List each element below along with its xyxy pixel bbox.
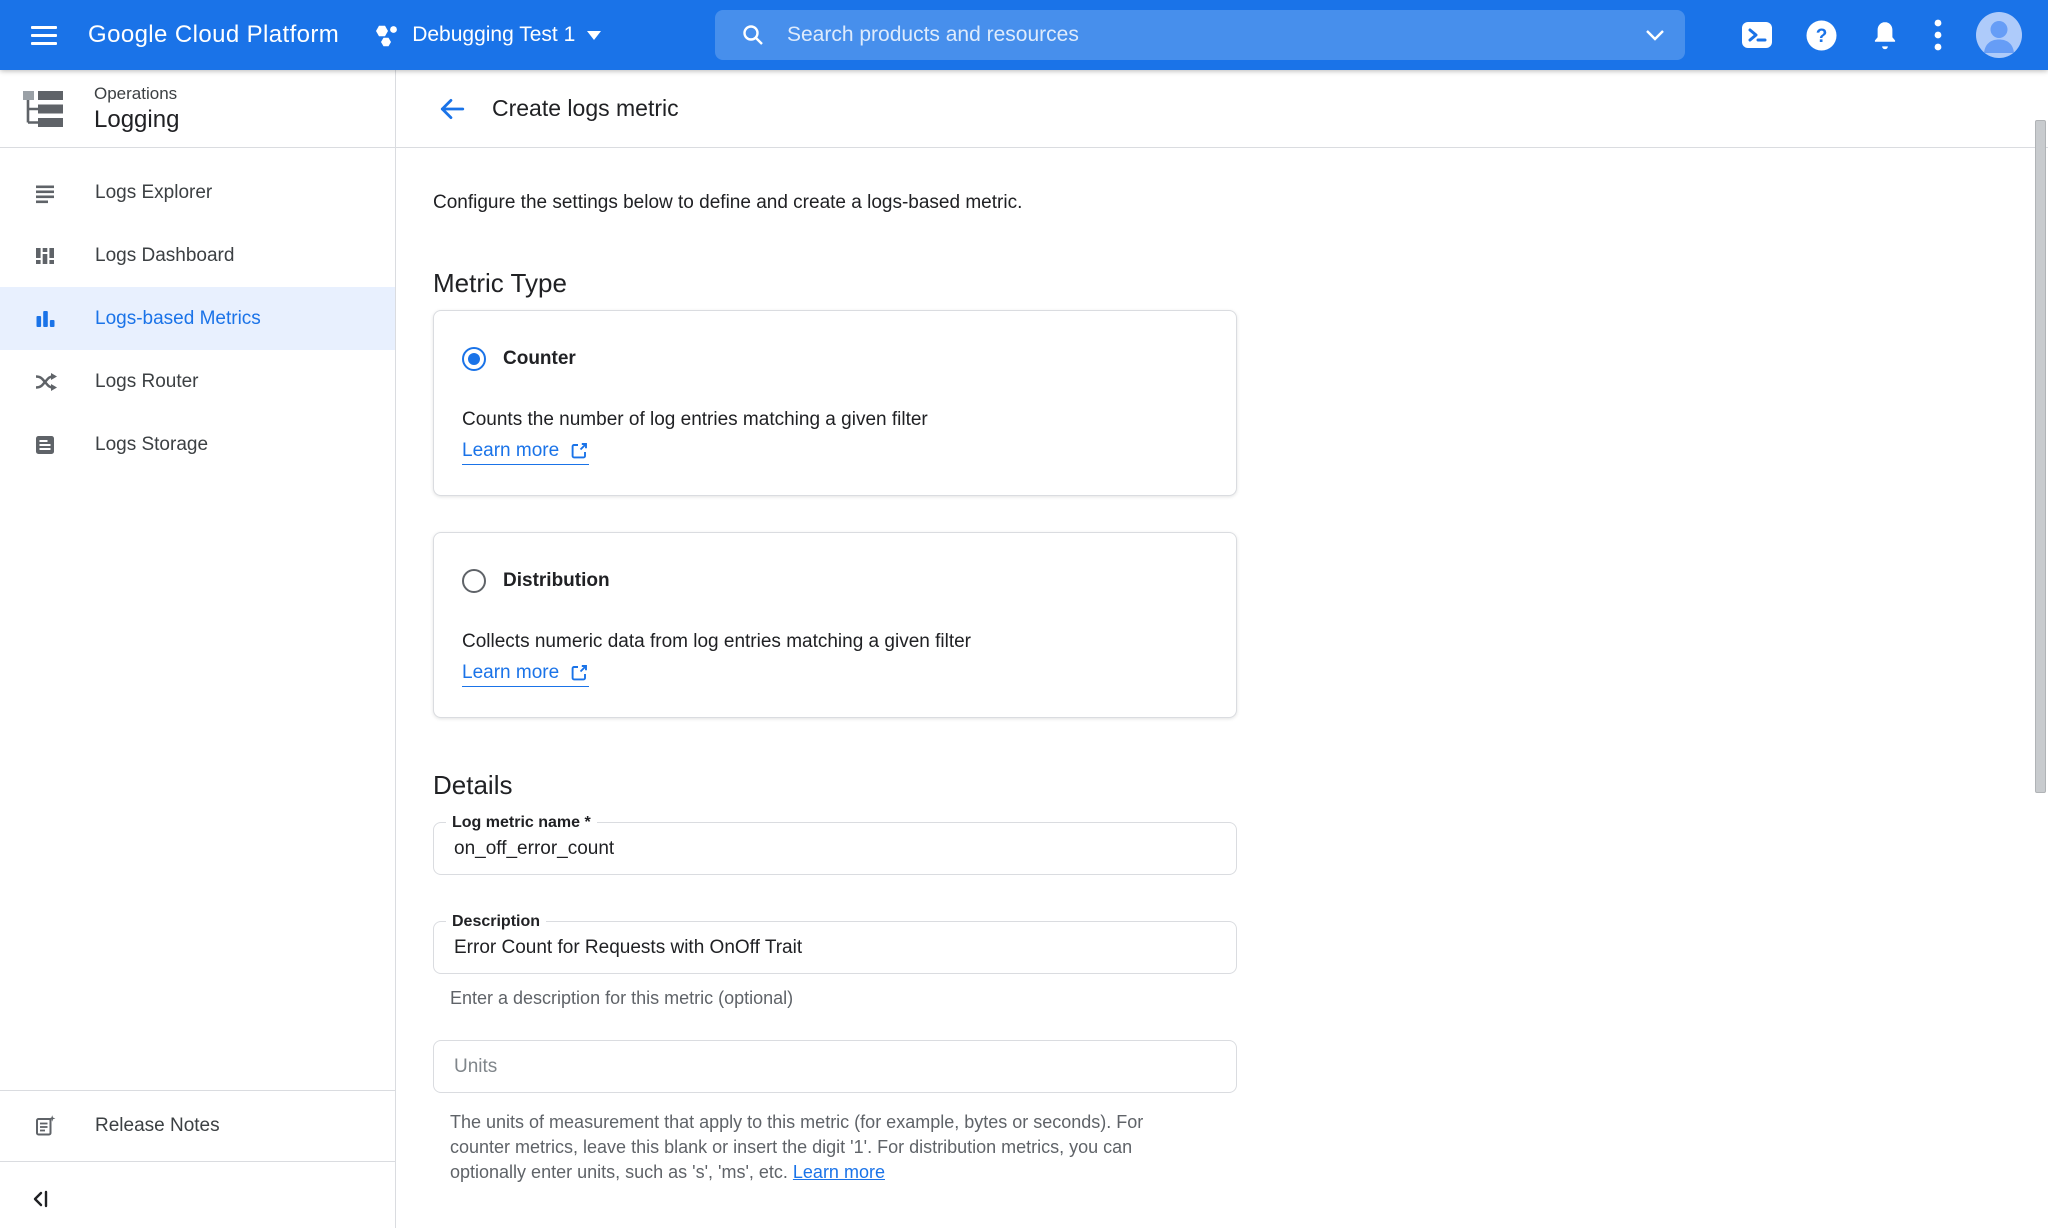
- units-helper-text: The units of measurement that apply to t…: [450, 1110, 1208, 1185]
- units-field: [433, 1040, 1237, 1093]
- sidebar-item-logs-explorer[interactable]: Logs Explorer: [0, 161, 395, 224]
- distribution-radio-button[interactable]: [462, 569, 486, 593]
- project-dropdown-arrow-icon: [587, 31, 601, 40]
- counter-description: Counts the number of log entries matchin…: [462, 409, 1208, 431]
- description-label: Description: [446, 912, 546, 931]
- description-field: Description: [433, 921, 1237, 974]
- menu-icon[interactable]: [22, 13, 66, 57]
- logs-router-icon: [33, 370, 57, 394]
- svg-text:?: ?: [1816, 26, 1828, 47]
- sidebar-item-label: Logs-based Metrics: [95, 308, 261, 330]
- topbar-actions: ?: [1741, 0, 2022, 70]
- logs-dashboard-icon: [33, 244, 57, 268]
- main-panel: Create logs metric Configure the setting…: [396, 70, 2048, 1228]
- project-icon: [373, 22, 400, 49]
- sidebar-eyebrow: Operations: [94, 84, 179, 104]
- logs-based-metrics-icon: [33, 307, 57, 331]
- external-link-icon: [569, 663, 589, 683]
- metric-type-card-distribution: Distribution Collects numeric data from …: [433, 532, 1237, 718]
- description-helper-text: Enter a description for this metric (opt…: [450, 988, 2048, 1009]
- project-switcher[interactable]: Debugging Test 1: [373, 22, 601, 49]
- log-metric-name-field: Log metric name *: [433, 822, 1237, 875]
- counter-radio-button[interactable]: [462, 347, 486, 371]
- sidebar-item-logs-storage[interactable]: Logs Storage: [0, 413, 395, 476]
- sidebar-bottom: Release Notes: [0, 1090, 395, 1228]
- external-link-icon: [569, 441, 589, 461]
- search-icon: [741, 23, 765, 47]
- logs-explorer-icon: [33, 181, 57, 205]
- release-notes-icon: [33, 1114, 57, 1138]
- collapse-sidebar-icon[interactable]: [30, 1187, 54, 1211]
- sidebar-item-logs-based-metrics[interactable]: Logs-based Metrics: [0, 287, 395, 350]
- brand-logo[interactable]: Google Cloud Platform: [88, 21, 339, 49]
- metric-type-heading: Metric Type: [433, 266, 2048, 300]
- logs-storage-icon: [33, 433, 57, 457]
- sidebar-item-label: Logs Storage: [95, 434, 208, 456]
- account-avatar[interactable]: [1976, 12, 2022, 58]
- more-options-kebab-icon[interactable]: [1933, 18, 1943, 52]
- cloud-shell-icon[interactable]: [1741, 19, 1773, 51]
- back-arrow-icon[interactable]: [437, 94, 467, 124]
- search-expand-chevron-down-icon[interactable]: [1645, 29, 1665, 41]
- page-title: Create logs metric: [492, 95, 679, 122]
- intro-text: Configure the settings below to define a…: [433, 192, 2048, 214]
- sidebar: Operations Logging Logs Explorer: [0, 70, 396, 1228]
- logging-product-icon: [20, 87, 66, 131]
- help-icon[interactable]: ?: [1806, 20, 1837, 51]
- counter-radio-row[interactable]: Counter: [462, 347, 1208, 371]
- units-input[interactable]: [434, 1041, 1236, 1092]
- search-bar: [715, 10, 1685, 60]
- vertical-scrollbar[interactable]: [2035, 120, 2046, 793]
- description-input[interactable]: [434, 922, 1236, 973]
- sidebar-product-header: Operations Logging: [0, 70, 395, 148]
- log-metric-name-label: Log metric name *: [446, 813, 597, 832]
- units-learn-more-link[interactable]: Learn more: [793, 1162, 885, 1182]
- sidebar-product-name: Logging: [94, 106, 179, 134]
- sidebar-item-label: Logs Dashboard: [95, 245, 234, 267]
- sidebar-item-release-notes[interactable]: Release Notes: [0, 1090, 395, 1162]
- search-input[interactable]: [787, 23, 1645, 47]
- notifications-bell-icon[interactable]: [1870, 19, 1900, 51]
- sidebar-item-label: Logs Router: [95, 371, 199, 393]
- sidebar-nav: Logs Explorer Logs Dashboard: [0, 148, 395, 476]
- details-heading: Details: [433, 768, 2048, 802]
- sidebar-collapse-row: [0, 1162, 395, 1228]
- sidebar-item-logs-router[interactable]: Logs Router: [0, 350, 395, 413]
- sidebar-item-label: Logs Explorer: [95, 182, 212, 204]
- metric-type-card-counter: Counter Counts the number of log entries…: [433, 310, 1237, 496]
- counter-label: Counter: [503, 348, 576, 370]
- top-app-bar: Google Cloud Platform Debugging Test 1: [0, 0, 2048, 70]
- page-content: Configure the settings below to define a…: [396, 148, 2048, 1185]
- distribution-label: Distribution: [503, 570, 610, 592]
- distribution-description: Collects numeric data from log entries m…: [462, 631, 1208, 653]
- distribution-radio-row[interactable]: Distribution: [462, 569, 1208, 593]
- page-header: Create logs metric: [396, 70, 2048, 148]
- counter-learn-more-link[interactable]: Learn more: [462, 440, 589, 465]
- distribution-learn-more-link[interactable]: Learn more: [462, 662, 589, 687]
- sidebar-item-logs-dashboard[interactable]: Logs Dashboard: [0, 224, 395, 287]
- sidebar-item-label: Release Notes: [95, 1115, 220, 1137]
- project-name: Debugging Test 1: [412, 23, 575, 47]
